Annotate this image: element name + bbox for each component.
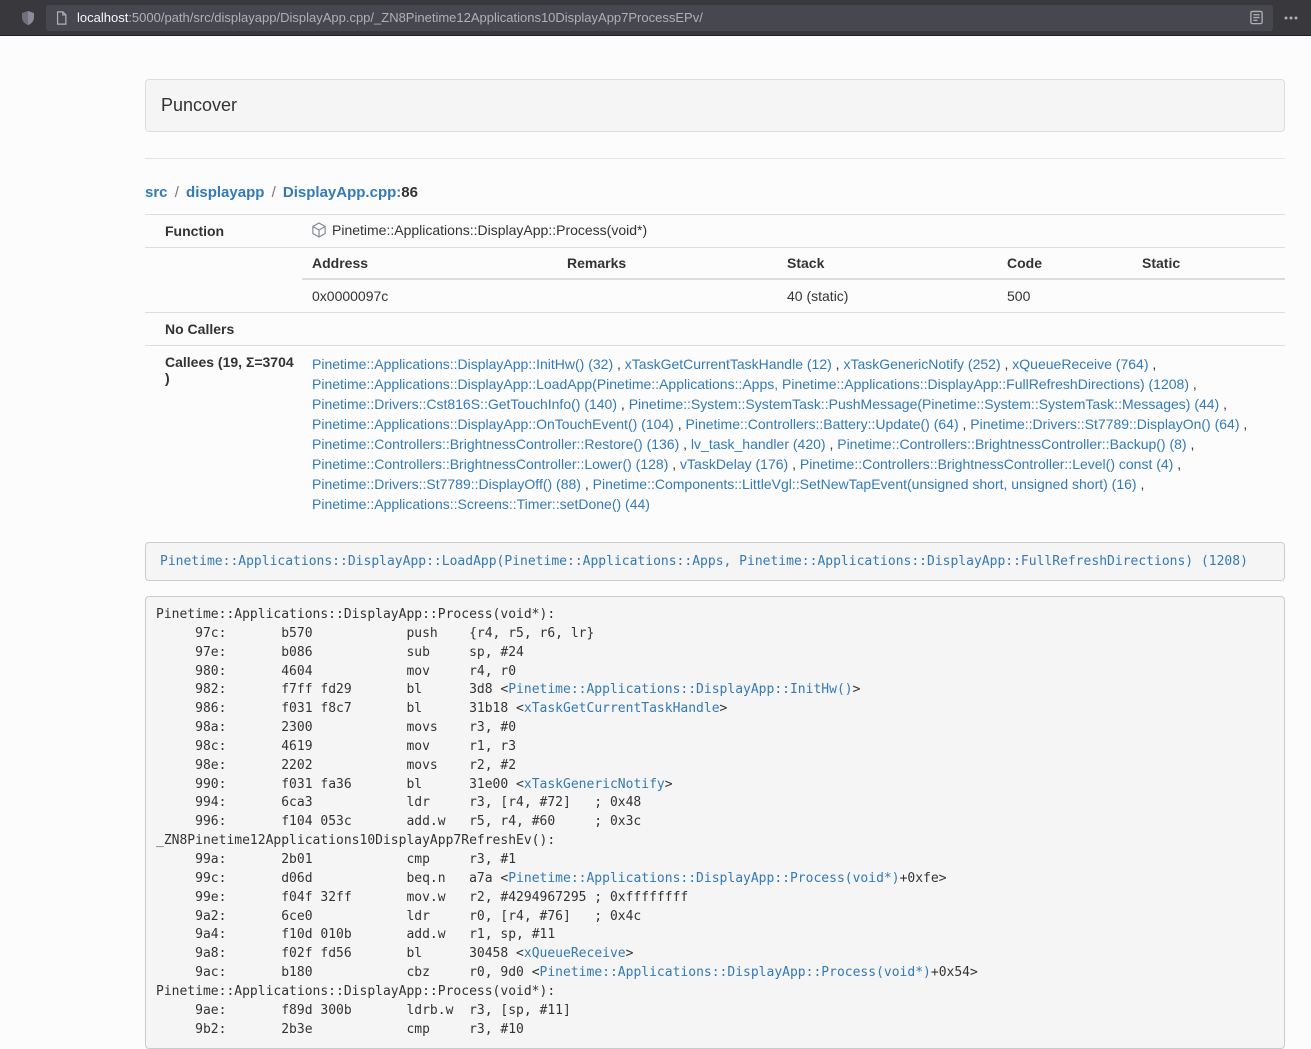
breadcrumb: src / displayapp / DisplayApp.cpp:86 <box>145 184 1285 201</box>
page-actions-menu-icon[interactable] <box>1283 10 1299 26</box>
callee-link[interactable]: Pinetime::Components::LittleVgl::SetNewT… <box>593 476 1137 492</box>
code-value: 500 <box>997 279 1132 312</box>
callee-link[interactable]: Pinetime::Drivers::Cst816S::GetTouchInfo… <box>312 396 617 412</box>
page-title: Puncover <box>161 95 237 115</box>
browser-toolbar: localhost:5000/path/src/displayapp/Displ… <box>0 0 1311 36</box>
breadcrumb-line-number: 86 <box>401 184 418 201</box>
function-detail-row: Address Remarks Stack Code Static 0x0000… <box>145 248 1285 313</box>
disasm-symbol-link[interactable]: xTaskGenericNotify <box>524 777 665 792</box>
disasm-symbol-link[interactable]: Pinetime::Applications::DisplayApp::Proc… <box>540 965 931 980</box>
reader-view-icon[interactable] <box>1249 10 1264 25</box>
function-cube-icon <box>312 222 326 238</box>
callee-link[interactable]: xTaskGenericNotify (252) <box>843 356 1000 372</box>
callee-link[interactable]: xQueueReceive (764) <box>1012 356 1148 372</box>
address-value: 0x0000097c <box>302 279 557 312</box>
disasm-symbol-link[interactable]: Pinetime::Applications::DisplayApp::Proc… <box>508 871 899 886</box>
callees-list: Pinetime::Applications::DisplayApp::Init… <box>312 353 1275 514</box>
no-callers-row: No Callers <box>145 313 1285 346</box>
function-table: Function Pinetime::Applications::Display… <box>145 214 1285 521</box>
stack-value: 40 (static) <box>777 279 997 312</box>
column-header-remarks: Remarks <box>557 248 777 279</box>
static-value <box>1132 279 1285 312</box>
callees-row: Callees (19, Σ=3704 ) Pinetime::Applicat… <box>145 346 1285 522</box>
puncover-page: Puncover src / displayapp / DisplayApp.c… <box>0 79 1311 1049</box>
function-row-label: Function <box>145 215 302 248</box>
function-name: Pinetime::Applications::DisplayApp::Proc… <box>332 222 647 238</box>
callee-link[interactable]: Pinetime::Applications::DisplayApp::Load… <box>312 376 1189 392</box>
remarks-value <box>557 279 777 312</box>
callee-link[interactable]: Pinetime::Drivers::St7789::DisplayOn() (… <box>970 416 1239 432</box>
disassembly-block: Pinetime::Applications::DisplayApp::Proc… <box>145 596 1285 1049</box>
url-host: localhost <box>77 10 128 25</box>
callee-link[interactable]: Pinetime::Controllers::BrightnessControl… <box>312 456 668 472</box>
callee-link[interactable]: Pinetime::System::SystemTask::PushMessag… <box>629 396 1220 412</box>
callee-link[interactable]: Pinetime::Controllers::Battery::Update()… <box>686 416 959 432</box>
column-header-stack: Stack <box>777 248 997 279</box>
breadcrumb-separator: / <box>264 184 283 201</box>
function-detail-table: Address Remarks Stack Code Static 0x0000… <box>302 248 1285 312</box>
callee-link[interactable]: Pinetime::Applications::Screens::Timer::… <box>312 496 650 512</box>
callee-link[interactable]: Pinetime::Controllers::BrightnessControl… <box>312 436 679 452</box>
column-header-code: Code <box>997 248 1132 279</box>
column-header-address: Address <box>302 248 557 279</box>
divider <box>145 158 1285 159</box>
disasm-symbol-link[interactable]: xTaskGetCurrentTaskHandle <box>524 701 720 716</box>
loadapp-highlight-box: Pinetime::Applications::DisplayApp::Load… <box>145 542 1285 581</box>
url-bar[interactable]: localhost:5000/path/src/displayapp/Displ… <box>46 5 1273 31</box>
function-row: Function Pinetime::Applications::Display… <box>145 215 1285 248</box>
breadcrumb-link[interactable]: src <box>145 184 168 201</box>
breadcrumb-link[interactable]: DisplayApp.cpp: <box>283 184 401 201</box>
tracking-protection-shield-icon[interactable] <box>20 10 36 26</box>
callee-link[interactable]: Pinetime::Applications::DisplayApp::OnTo… <box>312 416 674 432</box>
breadcrumb-separator: / <box>168 184 187 201</box>
page-info-icon[interactable] <box>55 11 68 25</box>
callee-link[interactable]: Pinetime::Controllers::BrightnessControl… <box>837 436 1186 452</box>
function-values-row: 0x0000097c 40 (static) 500 <box>302 279 1285 312</box>
callees-label: Callees (19, Σ=3704 ) <box>145 346 302 522</box>
callee-link[interactable]: Pinetime::Controllers::BrightnessControl… <box>800 456 1173 472</box>
disasm-symbol-link[interactable]: xQueueReceive <box>524 946 626 961</box>
callee-link[interactable]: Pinetime::Drivers::St7789::DisplayOff() … <box>312 476 581 492</box>
no-callers-label: No Callers <box>145 313 302 346</box>
breadcrumb-link[interactable]: displayapp <box>186 184 264 201</box>
loadapp-link[interactable]: Pinetime::Applications::DisplayApp::Load… <box>160 554 1248 569</box>
callee-link[interactable]: vTaskDelay (176) <box>680 456 788 472</box>
url-path: :5000/path/src/displayapp/DisplayApp.cpp… <box>128 10 703 25</box>
callee-link[interactable]: Pinetime::Applications::DisplayApp::Init… <box>312 356 613 372</box>
puncover-panel: Puncover <box>145 79 1285 132</box>
callee-link[interactable]: lv_task_handler (420) <box>691 436 826 452</box>
callee-link[interactable]: xTaskGetCurrentTaskHandle (12) <box>625 356 832 372</box>
url-text: localhost:5000/path/src/displayapp/Displ… <box>77 10 1240 25</box>
column-header-static: Static <box>1132 248 1285 279</box>
disasm-symbol-link[interactable]: Pinetime::Applications::DisplayApp::Init… <box>508 682 852 697</box>
